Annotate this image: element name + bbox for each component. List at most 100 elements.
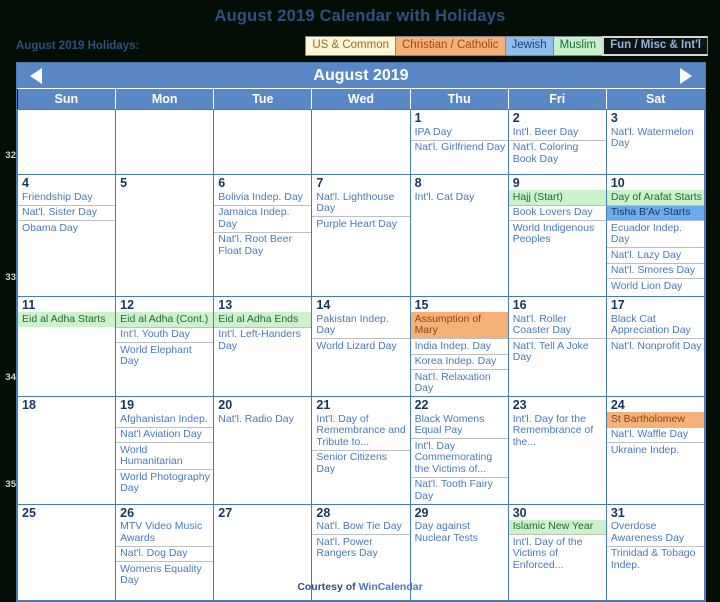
- holiday-event[interactable]: Eid al Adha (Cont.): [116, 312, 213, 327]
- holiday-event[interactable]: Afghanistan Indep.: [117, 412, 213, 427]
- holiday-event[interactable]: Pakistan Indep. Day: [313, 312, 409, 338]
- calendar-day-cell[interactable]: 11 Eid al Adha Starts: [16, 296, 117, 397]
- holiday-event[interactable]: Nat'l. Lazy Day: [607, 247, 704, 263]
- calendar-day-cell[interactable]: 15 Assumption of Mary India Indep. Day Kore…: [409, 296, 509, 397]
- holiday-event[interactable]: Int'l. Day for the Remembrance of the...: [509, 412, 605, 450]
- holiday-event[interactable]: Nat'l. Nonprofit Day: [607, 338, 704, 354]
- calendar-day-cell[interactable]: 24 St Bartholomew Nat'l. Waffle Day Ukraine…: [605, 396, 706, 505]
- holiday-event[interactable]: Nat'l. Waffle Day: [607, 426, 704, 443]
- holiday-event[interactable]: Int'l. Cat Day: [411, 190, 507, 205]
- legend-key-fun-misc-intl[interactable]: Fun / Misc & Int'l: [602, 36, 708, 56]
- holiday-event[interactable]: Int'l. Left-Handers Day: [214, 326, 311, 354]
- holiday-event[interactable]: Friendship Day: [19, 190, 115, 205]
- day-event-list: Day against Nuclear Tests: [411, 520, 507, 546]
- holiday-event[interactable]: Bolivia Indep. Day: [215, 190, 311, 205]
- holiday-event[interactable]: India Indep. Day: [411, 338, 508, 354]
- holiday-event[interactable]: Ukraine Indep.: [607, 442, 704, 458]
- holiday-event[interactable]: World Lizard Day: [312, 338, 410, 354]
- holiday-event[interactable]: Day against Nuclear Tests: [411, 520, 507, 546]
- calendar-day-cell[interactable]: 6 Bolivia Indep. Day Jamaica Indep. Day Nat…: [213, 174, 313, 297]
- holiday-event[interactable]: Overdose Awareness Day: [607, 520, 703, 546]
- calendar-day-cell[interactable]: 10 Day of Arafat Starts Tisha B'Av Starts E…: [605, 174, 706, 297]
- calendar-day-cell[interactable]: 16 Nat'l. Roller Coaster Day Nat'l. Tell A…: [507, 296, 607, 397]
- holiday-event[interactable]: Nat'l. Dog Day: [116, 545, 213, 562]
- calendar-day-cell[interactable]: 4 Friendship Day Nat'l. Sister Day Obama Da…: [16, 174, 117, 297]
- holiday-event[interactable]: Korea Indep. Day: [411, 353, 508, 370]
- holiday-event[interactable]: Assumption of Mary: [411, 312, 508, 338]
- legend-key-jewish[interactable]: Jewish: [504, 36, 553, 56]
- holiday-event[interactable]: Eid al Adha Starts: [18, 312, 115, 327]
- holiday-event[interactable]: Nat'l. Girlfriend Day: [411, 139, 508, 156]
- holiday-event[interactable]: Nat'l. Root Beer Float Day: [214, 231, 311, 259]
- month-title: August 2019: [313, 66, 409, 84]
- holiday-event[interactable]: Black Womens Equal Pay: [411, 412, 507, 438]
- footer-brand[interactable]: WinCalendar: [359, 581, 423, 593]
- calendar-day-cell[interactable]: 21 Int'l. Day of Remembrance and Tribute …: [311, 396, 411, 505]
- calendar-day-cell[interactable]: 2 Int'l. Beer Day Nat'l. Coloring Book Day: [507, 109, 607, 175]
- calendar-day-cell[interactable]: 1 IPA Day Nat'l. Girlfriend Day: [409, 109, 509, 175]
- holiday-event[interactable]: Eid al Adha Ends: [214, 312, 311, 327]
- holiday-event[interactable]: Islamic New Year: [509, 519, 606, 534]
- holiday-event[interactable]: Trinidad & Tobago Indep.: [607, 545, 704, 573]
- holiday-event[interactable]: Ecuador Indep. Day: [607, 220, 704, 247]
- holiday-event[interactable]: Black Cat Appreciation Day: [607, 312, 703, 338]
- holiday-event[interactable]: Jamaica Indep. Day: [214, 204, 311, 232]
- calendar-day-cell[interactable]: 7 Nat'l. Lighthouse Day Purple Heart Day: [311, 174, 411, 297]
- holiday-event[interactable]: World Indigenous Peoples: [509, 220, 606, 247]
- holiday-event[interactable]: Nat'l. Relaxation Day: [411, 369, 508, 396]
- calendar-day-cell[interactable]: 9 Hajj (Start) Book Lovers Day World Indige…: [507, 174, 607, 297]
- calendar-day-cell[interactable]: 12 Eid al Adha (Cont.) Int'l. Youth Day Wor…: [115, 296, 215, 397]
- legend-key-muslim[interactable]: Muslim: [552, 36, 603, 56]
- day-event-list: Friendship Day Nat'l. Sister Day Obama Day: [18, 190, 115, 236]
- holiday-event[interactable]: Nat'l. Bow Tie Day: [313, 520, 409, 535]
- holiday-event[interactable]: Int'l. Youth Day: [116, 326, 213, 343]
- calendar-day-cell[interactable]: 19 Afghanistan Indep. Nat'l Aviation Day Wo…: [115, 396, 215, 505]
- holiday-event[interactable]: World Lion Day: [607, 278, 704, 294]
- calendar-day-cell[interactable]: 5: [115, 174, 215, 297]
- holiday-event[interactable]: Day of Arafat Starts: [607, 190, 704, 205]
- holiday-event[interactable]: World Humanitarian: [116, 442, 213, 469]
- holiday-event[interactable]: Int'l. Day Commemorating the Victims of.…: [411, 438, 508, 477]
- holiday-event[interactable]: Nat'l. Tooth Fairy Day: [411, 476, 508, 504]
- holiday-event[interactable]: Int'l. Day of Remembrance and Tribute to…: [313, 412, 409, 450]
- day-event-list: Int'l. Cat Day: [411, 190, 507, 205]
- holiday-event[interactable]: St Bartholomew: [607, 412, 704, 427]
- calendar-day-cell[interactable]: 20 Nat'l. Radio Day: [213, 396, 313, 505]
- holiday-event[interactable]: Nat'l. Tell A Joke Day: [509, 338, 606, 365]
- holiday-event[interactable]: Int'l. Beer Day: [509, 125, 605, 140]
- holiday-event[interactable]: Int'l. Day of the Victims of Enforced...: [509, 534, 606, 573]
- day-number: 18: [22, 398, 36, 412]
- holiday-event[interactable]: Nat'l. Sister Day: [18, 204, 115, 221]
- holiday-event[interactable]: Nat'l. Power Rangers Day: [312, 534, 410, 561]
- holiday-event[interactable]: Purple Heart Day: [312, 216, 410, 232]
- holiday-event[interactable]: Senior Citizens Day: [312, 449, 410, 477]
- calendar-day-cell[interactable]: 17 Black Cat Appreciation Day Nat'l. Nonpr…: [605, 296, 706, 397]
- holiday-event[interactable]: Nat'l. Roller Coaster Day: [509, 312, 605, 338]
- legend-key-christian-catholic[interactable]: Christian / Catholic: [395, 36, 505, 56]
- holiday-event[interactable]: Book Lovers Day: [509, 204, 606, 221]
- calendar-day-cell[interactable]: 8 Int'l. Cat Day: [409, 174, 509, 297]
- calendar-day-cell[interactable]: 13 Eid al Adha Ends Int'l. Left-Handers Da…: [213, 296, 313, 397]
- calendar-day-cell[interactable]: 23 Int'l. Day for the Remembrance of the.…: [507, 396, 607, 505]
- holiday-event[interactable]: Nat'l. Radio Day: [215, 412, 311, 427]
- next-month-arrow-icon[interactable]: [680, 67, 692, 84]
- calendar-day-cell[interactable]: 3 Nat'l. Watermelon Day: [605, 109, 706, 175]
- holiday-event[interactable]: IPA Day: [411, 125, 507, 140]
- holiday-event[interactable]: Nat'l. Coloring Book Day: [509, 139, 606, 167]
- calendar-day-cell[interactable]: 14 Pakistan Indep. Day World Lizard Day: [311, 296, 411, 397]
- holiday-event[interactable]: Nat'l. Lighthouse Day: [313, 190, 409, 216]
- holiday-event[interactable]: Nat'l Aviation Day: [116, 426, 213, 443]
- holiday-event[interactable]: Nat'l. Smores Day: [607, 262, 704, 279]
- holiday-event[interactable]: Obama Day: [18, 220, 115, 236]
- previous-month-arrow-icon[interactable]: [30, 67, 42, 84]
- holiday-event[interactable]: Nat'l. Watermelon Day: [607, 125, 703, 151]
- legend-key-us-common[interactable]: US & Common: [305, 36, 395, 56]
- calendar-day-cell[interactable]: 22 Black Womens Equal Pay Int'l. Day Comme…: [409, 396, 509, 505]
- holiday-event[interactable]: World Elephant Day: [116, 342, 213, 369]
- holiday-event[interactable]: MTV Video Music Awards: [117, 520, 213, 546]
- week-number: 34: [5, 372, 16, 383]
- holiday-event[interactable]: World Photography Day: [116, 469, 213, 496]
- holiday-event[interactable]: Hajj (Start): [509, 190, 606, 205]
- calendar-day-cell[interactable]: 18: [16, 396, 117, 505]
- holiday-event[interactable]: Tisha B'Av Starts: [607, 204, 704, 220]
